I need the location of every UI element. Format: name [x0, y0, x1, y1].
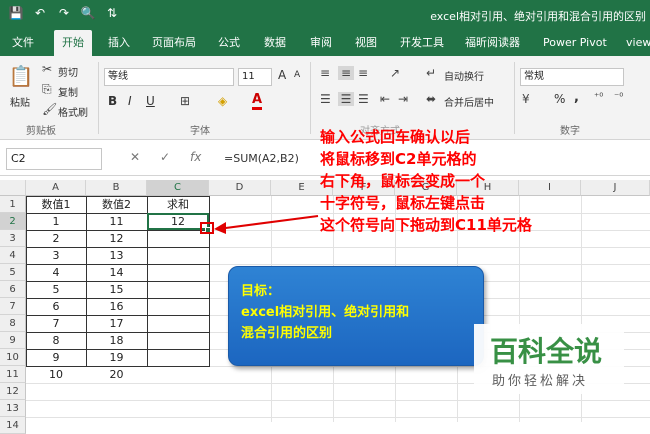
annotation-line: 这个符号向下拖动到C11单元格 [320, 216, 532, 234]
watermark: 百科全说 助你轻松解决 [474, 324, 624, 394]
goal-line: 混合引用的区别 [241, 326, 333, 341]
goal-line: 目标： [241, 284, 281, 299]
annotation-line: 将鼠标移到C2单元格的 [320, 150, 477, 168]
goal-callout: 目标： excel相对引用、绝对引用和 混合引用的区别 [228, 266, 484, 366]
annotation-line: 十字符号，鼠标左键点击 [320, 194, 486, 212]
instruction-annotation: 输入公式回车确认以后 将鼠标移到C2单元格的 右下角，鼠标会变成一个 十字符号，… [320, 126, 532, 236]
arrow-head [214, 222, 226, 234]
annotation-line: 输入公式回车确认以后 [320, 128, 471, 146]
arrow-line [217, 215, 319, 230]
watermark-title: 百科全说 [490, 335, 603, 368]
watermark-subtitle: 助你轻松解决 [492, 374, 589, 389]
annotation-line: 右下角，鼠标会变成一个 [320, 172, 486, 190]
goal-line: excel相对引用、绝对引用和 [241, 305, 410, 320]
